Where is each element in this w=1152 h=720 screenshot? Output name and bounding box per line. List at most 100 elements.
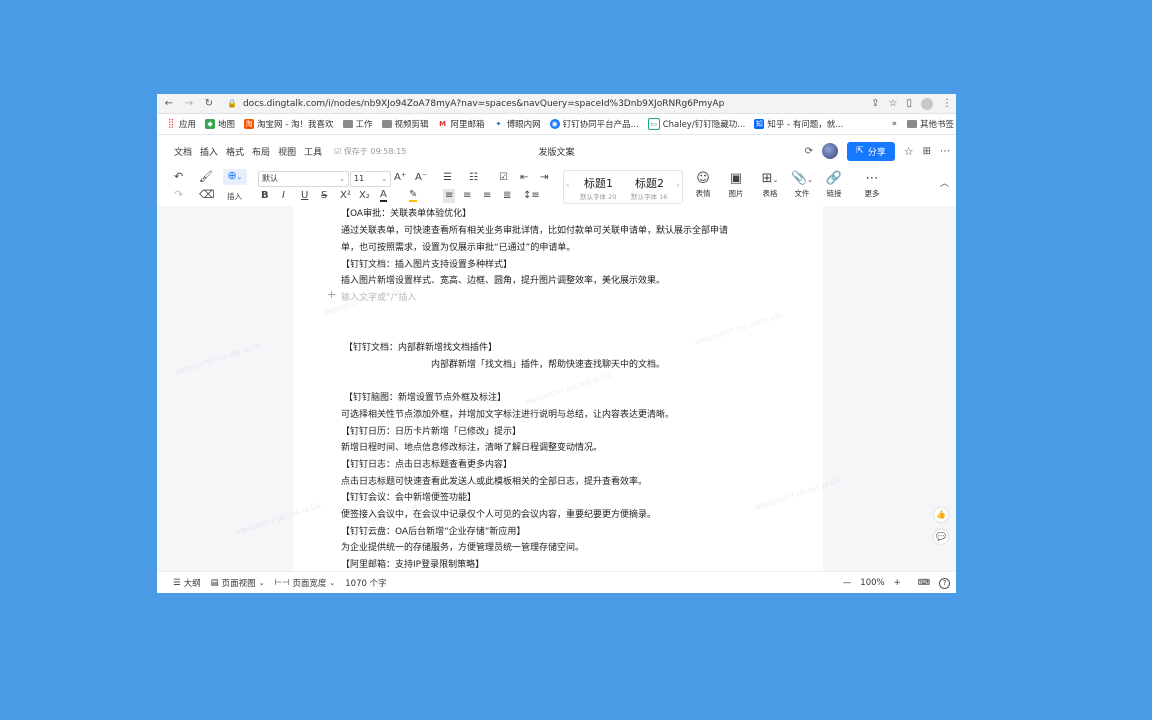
comment-icon[interactable]: 💬 <box>934 530 948 544</box>
chevron-right-icon[interactable]: › <box>676 181 680 191</box>
present-icon[interactable]: ⊞ <box>923 146 931 157</box>
highlight-icon[interactable]: ✎ <box>409 189 418 202</box>
bold-icon[interactable]: B <box>261 189 269 203</box>
insert-label[interactable]: 插入 <box>227 190 242 204</box>
zoom-level[interactable]: 100% <box>860 578 884 588</box>
line-spacing-icon[interactable]: ↕≡ <box>523 189 540 203</box>
italic-icon[interactable]: I <box>282 189 285 203</box>
document-page[interactable]: 【OA审批：关联表单体验优化】 通过关联表单，可快速查看所有相关业务审批详情，比… <box>174 206 843 571</box>
numbered-list-icon[interactable]: ☷ <box>469 171 478 185</box>
menu-doc[interactable]: 文档 <box>174 145 192 158</box>
file-button[interactable]: 📎⌄ 文件 <box>787 170 817 199</box>
paragraph[interactable]: 【钉钉会议：会中新增便签功能】 <box>341 490 476 503</box>
bookmark-item[interactable]: M 阿里邮箱 <box>438 118 485 130</box>
align-right-icon[interactable]: ≡ <box>483 189 491 203</box>
image-button[interactable]: ▣ 图片 <box>721 170 751 199</box>
link-button[interactable]: 🔗 链接 <box>819 170 849 199</box>
chevron-left-icon[interactable]: ‹ <box>566 181 570 191</box>
url-field[interactable]: 🔒 docs.dingtalk.com/i/nodes/nb9XJo94ZoA7… <box>227 99 871 109</box>
align-center-icon[interactable]: ≡ <box>463 189 471 203</box>
paragraph[interactable]: 【钉钉脑图：新增设置节点外框及标注】 <box>344 390 506 403</box>
reload-icon[interactable]: ↻ <box>201 98 217 109</box>
menu-layout[interactable]: 布局 <box>252 145 270 158</box>
add-block-icon[interactable]: + <box>327 288 336 301</box>
more-options-icon[interactable]: ⋯ <box>940 146 950 157</box>
heading2-style[interactable]: 标题2 <box>635 175 664 191</box>
emoji-button[interactable]: ☺ 表情 <box>688 170 718 199</box>
menu-tools[interactable]: 工具 <box>304 145 322 158</box>
clear-format-icon[interactable]: ⌫ <box>199 188 215 202</box>
profile-icon[interactable] <box>921 97 933 110</box>
decrease-font-icon[interactable]: A⁻ <box>415 171 427 185</box>
bookmark-folder[interactable]: 工作 <box>342 118 373 130</box>
paragraph[interactable]: 为企业提供统一的存储服务，方便管理员统一管理存储空间。 <box>341 540 584 553</box>
menu-insert[interactable]: 插入 <box>200 145 218 158</box>
document-title[interactable]: 发版文案 <box>538 145 574 158</box>
share-button[interactable]: ⇱ 分享 <box>847 141 895 161</box>
paragraph[interactable]: 【OA审批：关联表单体验优化】 <box>341 206 471 219</box>
paragraph[interactable]: 【钉钉日历：日历卡片新增「已修改」提示】 <box>341 424 521 437</box>
menu-format[interactable]: 格式 <box>226 145 244 158</box>
bookmark-item[interactable]: ◉ 钉钉协同平台产品... <box>549 118 639 130</box>
feedback-like-icon[interactable]: 👍 <box>934 508 948 522</box>
indent-icon[interactable]: ⇥ <box>540 171 548 185</box>
back-icon[interactable]: ← <box>161 98 177 109</box>
paragraph[interactable]: 单，也可按照需求，设置为仅展示审批“已通过”的申请单。 <box>341 240 575 253</box>
more-bookmarks-icon[interactable]: » <box>892 119 897 129</box>
checklist-icon[interactable]: ☑ <box>499 171 508 185</box>
zoom-in-icon[interactable]: + <box>894 578 901 588</box>
page-width-select[interactable]: ⊢⊣ 页面宽度 ⌄ <box>275 577 336 589</box>
outdent-icon[interactable]: ⇤ <box>520 171 528 185</box>
menu-view[interactable]: 视图 <box>278 145 296 158</box>
subscript-icon[interactable]: X₂ <box>359 189 370 203</box>
font-family-select[interactable]: 默认 ⌄ <box>258 171 349 187</box>
bookmark-item[interactable]: 淘 淘宝网 - 淘！我喜欢 <box>244 118 334 130</box>
sync-icon[interactable]: ⟳ <box>805 146 813 157</box>
paragraph[interactable]: 新增日程时间、地点信息修改标注，清晰了解日程调整变动情况。 <box>341 440 602 453</box>
forward-icon[interactable]: → <box>181 98 197 109</box>
help-icon[interactable]: ? <box>939 577 950 589</box>
collapse-toolbar-icon[interactable]: ︿ <box>940 177 949 191</box>
paragraph[interactable]: 【钉钉文档：插入图片支持设置多种样式】 <box>341 257 512 270</box>
zoom-out-icon[interactable]: — <box>843 578 852 588</box>
undo-icon[interactable]: ↶ <box>174 170 183 184</box>
font-color-icon[interactable]: A <box>380 189 387 202</box>
avatar[interactable] <box>822 143 839 159</box>
outline-button[interactable]: ☰ 大纲 <box>173 577 201 589</box>
paragraph[interactable]: 【钉钉文档：内部群新增找文档插件】 <box>344 340 497 353</box>
bullet-list-icon[interactable]: ☰ <box>443 171 452 185</box>
bookmark-item[interactable]: ◆ 地图 <box>205 118 235 130</box>
paragraph[interactable]: 内部群新增「找文档」插件，帮助快速查找聊天中的文档。 <box>431 357 665 370</box>
paragraph[interactable]: 【阿里邮箱：支持IP登录限制策略】 <box>341 557 484 570</box>
superscript-icon[interactable]: X² <box>340 189 351 203</box>
insert-block-icon[interactable]: ⊕⌄ <box>223 169 247 185</box>
increase-font-icon[interactable]: A⁺ <box>394 171 406 185</box>
bookmark-item[interactable]: ✦ 博眼内网 <box>494 118 541 130</box>
paragraph[interactable]: 点击日志标题可快速查看此发送人或此模板相关的全部日志，提升查看效率。 <box>341 474 647 487</box>
underline-icon[interactable]: U <box>301 189 308 203</box>
star-bookmark-icon[interactable]: ☆ <box>889 98 898 109</box>
align-left-icon[interactable]: ≡ <box>443 189 456 203</box>
bookmark-folder[interactable]: 视频剪辑 <box>381 118 429 130</box>
redo-icon[interactable]: ↷ <box>174 188 183 202</box>
keyboard-icon[interactable]: ⌨ <box>918 578 930 588</box>
other-bookmarks[interactable]: 其他书签 <box>906 118 954 130</box>
share-page-icon[interactable]: ⇪ <box>871 98 879 109</box>
bookmark-apps[interactable]: ⣿ 应用 <box>166 118 196 130</box>
justify-icon[interactable]: ≣ <box>503 189 511 203</box>
bookmark-item[interactable]: 知 知乎 - 有问题，就... <box>754 118 843 130</box>
page-view-select[interactable]: ▤ 页面视图 ⌄ <box>211 577 265 589</box>
favorite-star-icon[interactable]: ☆ <box>904 145 914 158</box>
paragraph[interactable]: 【钉钉日志：点击日志标题查看更多内容】 <box>341 457 512 470</box>
bookmark-item[interactable]: ▭ Chaley/钉钉隐藏功... <box>647 118 745 130</box>
more-button[interactable]: ⋯ 更多 <box>857 170 887 199</box>
browser-menu-icon[interactable]: ⋮ <box>942 98 952 109</box>
paragraph[interactable]: 通过关联表单，可快速查看所有相关业务审批详情，比如付款单可关联申请单，默认展示全… <box>341 223 728 236</box>
paragraph[interactable]: 可选择相关性节点添加外框，并增加文字标注进行说明与总结，让内容表达更清晰。 <box>341 407 674 420</box>
strikethrough-icon[interactable]: S <box>321 189 327 203</box>
table-button[interactable]: ⊞⌄ 表格 <box>755 170 785 199</box>
paragraph[interactable]: 插入图片新增设置样式、宽高、边框、圆角，提升图片调整效率，美化展示效果。 <box>341 273 665 286</box>
font-size-select[interactable]: 11 ⌄ <box>350 171 391 187</box>
heading1-style[interactable]: 标题1 <box>584 175 613 191</box>
format-painter-icon[interactable]: 🖌 <box>199 170 213 184</box>
